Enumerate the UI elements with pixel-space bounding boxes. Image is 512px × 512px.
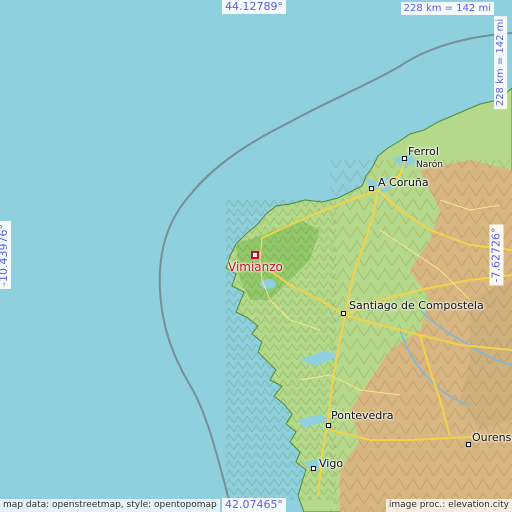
map-attribution: map data: openstreetmap, style: opentopo… (0, 499, 220, 512)
south-coordinate: 42.07465° (222, 498, 286, 512)
selected-place-label[interactable]: Vimianzo (228, 260, 283, 274)
relief-hatch (226, 200, 336, 500)
place-label-pontevedra: Pontevedra (331, 409, 394, 422)
scale-vertical: 228 km = 142 mi (494, 15, 508, 110)
scale-horizontal: 228 km = 142 mi (400, 2, 494, 15)
place-dot-ferrol (402, 156, 407, 161)
place-label-naron: Narón (416, 160, 443, 170)
place-label-ferrol: Ferrol (408, 145, 439, 158)
place-dot-a-coruna (369, 186, 374, 191)
place-dot-ourense (466, 442, 471, 447)
place-label-santiago: Santiago de Compostela (349, 299, 484, 312)
place-dot-santiago (341, 311, 346, 316)
place-dot-pontevedra (326, 423, 331, 428)
place-label-ourense: Ourense (472, 431, 512, 444)
image-attribution: image proc.: elevation.city (385, 499, 512, 512)
place-label-vigo: Vigo (319, 457, 344, 470)
west-coordinate: -10.43976° (0, 221, 11, 289)
map-view[interactable]: 44.12789° 42.07465° -10.43976° -7.62726°… (0, 0, 512, 512)
east-coordinate: -7.62726° (489, 224, 504, 286)
selected-place-marker[interactable] (251, 251, 259, 259)
north-coordinate: 44.12789° (222, 0, 286, 14)
place-label-a-coruna: A Coruña (378, 176, 429, 189)
place-dot-vigo (311, 466, 316, 471)
